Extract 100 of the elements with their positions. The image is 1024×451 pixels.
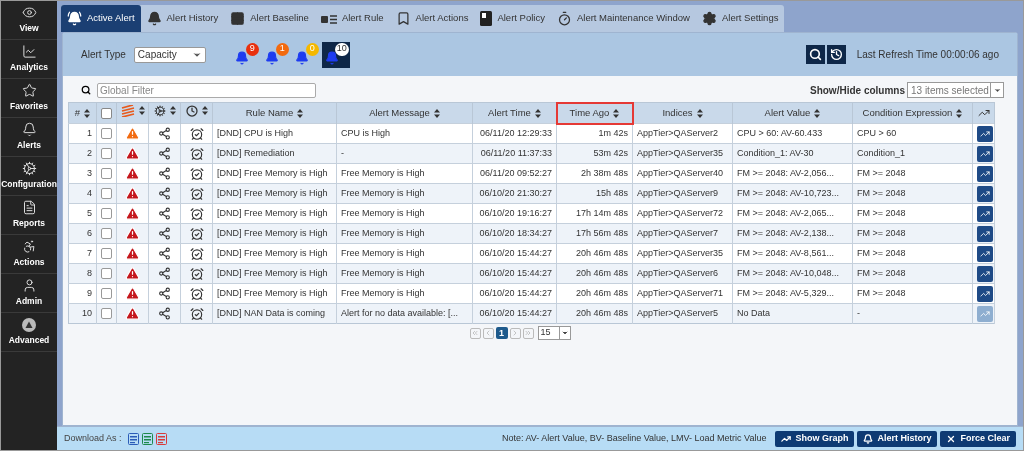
timer-icon [556, 11, 572, 26]
table-cell: FM >= 2048: AV-8,561... [737, 247, 834, 258]
bell-icon [21, 122, 37, 138]
footer-button[interactable]: Show Graph [775, 430, 855, 447]
search-button[interactable] [805, 45, 825, 64]
row-checkbox[interactable] [101, 147, 112, 159]
select-all-checkbox[interactable] [101, 107, 112, 119]
page-button[interactable]: 1 [495, 327, 508, 339]
graph-button[interactable] [977, 185, 993, 202]
tab[interactable]: Active Alert [61, 5, 141, 32]
global-filter-field[interactable]: Global Filter [97, 82, 316, 98]
graph-button[interactable] [977, 165, 993, 182]
graph-button[interactable] [977, 265, 993, 282]
table-cell: - [341, 147, 344, 158]
columns-dropdown[interactable]: 13 items selected [907, 82, 1004, 98]
table-cell: FM >= 2048: AV-5,329... [737, 287, 834, 298]
tab[interactable]: Alert Maintenance Window [550, 5, 696, 32]
table-cell: 15h 48s [595, 187, 628, 198]
row-checkbox[interactable] [101, 227, 112, 239]
graph-button[interactable] [977, 205, 993, 222]
alarm-clock-icon[interactable] [189, 186, 204, 201]
table-cell: 06/11/20 12:29:33 [480, 127, 552, 138]
graph-icon [980, 228, 990, 239]
share-icon[interactable] [158, 226, 171, 240]
alarm-clock-icon[interactable] [189, 166, 204, 181]
row-checkbox[interactable] [101, 287, 112, 299]
alarm-clock-icon[interactable] [189, 126, 204, 141]
column-header: # [74, 105, 81, 120]
sidebar-label: Alerts [16, 139, 42, 152]
severity-filter-button[interactable]: 10 [321, 41, 350, 68]
graph-button[interactable] [977, 285, 993, 302]
row-checkbox[interactable] [101, 207, 112, 219]
gear-icon [153, 104, 166, 117]
table-cell: Free Memory is High [341, 267, 425, 278]
column-header: Alert Message [369, 105, 430, 120]
book-icon [480, 11, 493, 26]
tab[interactable]: Alert Baseline [224, 5, 315, 32]
history-button[interactable] [826, 45, 846, 64]
table-cell: AppTier>QAServer71 [637, 287, 723, 298]
table-cell: 06/10/20 18:34:27 [479, 227, 552, 238]
share-icon[interactable] [158, 126, 171, 140]
spreadsheet-file-icon[interactable] [141, 432, 153, 445]
sort-icon [297, 108, 304, 118]
table-cell: FM >= 2048: AV-10,048... [737, 267, 839, 278]
sort-icon [696, 108, 703, 118]
share-icon[interactable] [158, 246, 171, 260]
share-icon[interactable] [158, 286, 171, 300]
footer-button[interactable]: Force Clear [940, 430, 1016, 447]
sort-icon [814, 108, 821, 118]
share-icon[interactable] [158, 146, 171, 160]
table-cell: 53m 42s [593, 147, 628, 158]
triangle-circle-icon [22, 317, 36, 332]
table-cell: 17h 14m 48s [575, 207, 628, 218]
share-icon[interactable] [158, 306, 171, 320]
page-size-dropdown[interactable]: 15 [537, 326, 571, 340]
alarm-clock-icon[interactable] [189, 286, 204, 301]
stacked-lines-icon [121, 104, 135, 117]
sidebar-label: Reports [12, 217, 46, 230]
graph-button[interactable] [977, 125, 993, 142]
share-icon[interactable] [158, 166, 171, 180]
star-icon [21, 83, 37, 99]
graph-button[interactable] [977, 145, 993, 162]
share-icon[interactable] [158, 266, 171, 280]
graph-button[interactable] [977, 225, 993, 242]
sidebar-label: Admin [15, 295, 43, 308]
row-checkbox[interactable] [101, 127, 112, 139]
table-cell: CPU > 60 [857, 127, 897, 138]
table-cell: AppTier>QAServer72 [637, 207, 723, 218]
table-cell: AppTier>QAServer40 [637, 167, 723, 178]
row-checkbox[interactable] [101, 267, 112, 279]
alarm-clock-icon[interactable] [189, 206, 204, 221]
dropdown-value: 15 [540, 326, 551, 340]
alarm-clock-icon[interactable] [189, 306, 204, 321]
alarm-clock-icon[interactable] [189, 266, 204, 281]
row-number: 5 [87, 207, 92, 218]
graph-icon [980, 248, 990, 259]
severity-filter-button[interactable]: 9 [231, 41, 260, 68]
word-file-icon[interactable] [127, 432, 139, 445]
tab[interactable]: Alert Settings [695, 5, 785, 32]
footer-button[interactable]: Alert History [857, 430, 938, 447]
share-icon[interactable] [158, 186, 171, 200]
share-icon[interactable] [158, 206, 171, 220]
tab[interactable]: Alert Policy [474, 5, 551, 32]
table-cell: 17h 56m 48s [575, 227, 628, 238]
legend-note: Note: AV- Alert Value, BV- Baseline Value, LMV- Load Metric Value [501, 431, 767, 445]
alert-type-dropdown[interactable]: Capacity [133, 46, 206, 63]
row-checkbox[interactable] [101, 187, 112, 199]
row-checkbox[interactable] [101, 247, 112, 259]
row-number: 10 [82, 307, 92, 318]
graph-button[interactable] [977, 245, 993, 262]
row-checkbox[interactable] [101, 167, 112, 179]
tab[interactable]: Alert Actions [389, 5, 475, 32]
bookmark-icon [395, 11, 411, 26]
tab[interactable]: Alert Rule [314, 5, 390, 32]
alarm-clock-icon[interactable] [189, 226, 204, 241]
row-checkbox[interactable] [101, 307, 112, 319]
alarm-clock-icon[interactable] [189, 246, 204, 261]
alarm-clock-icon[interactable] [189, 146, 204, 161]
pdf-file-icon[interactable] [155, 432, 167, 445]
tab[interactable]: Alert History [140, 5, 225, 32]
